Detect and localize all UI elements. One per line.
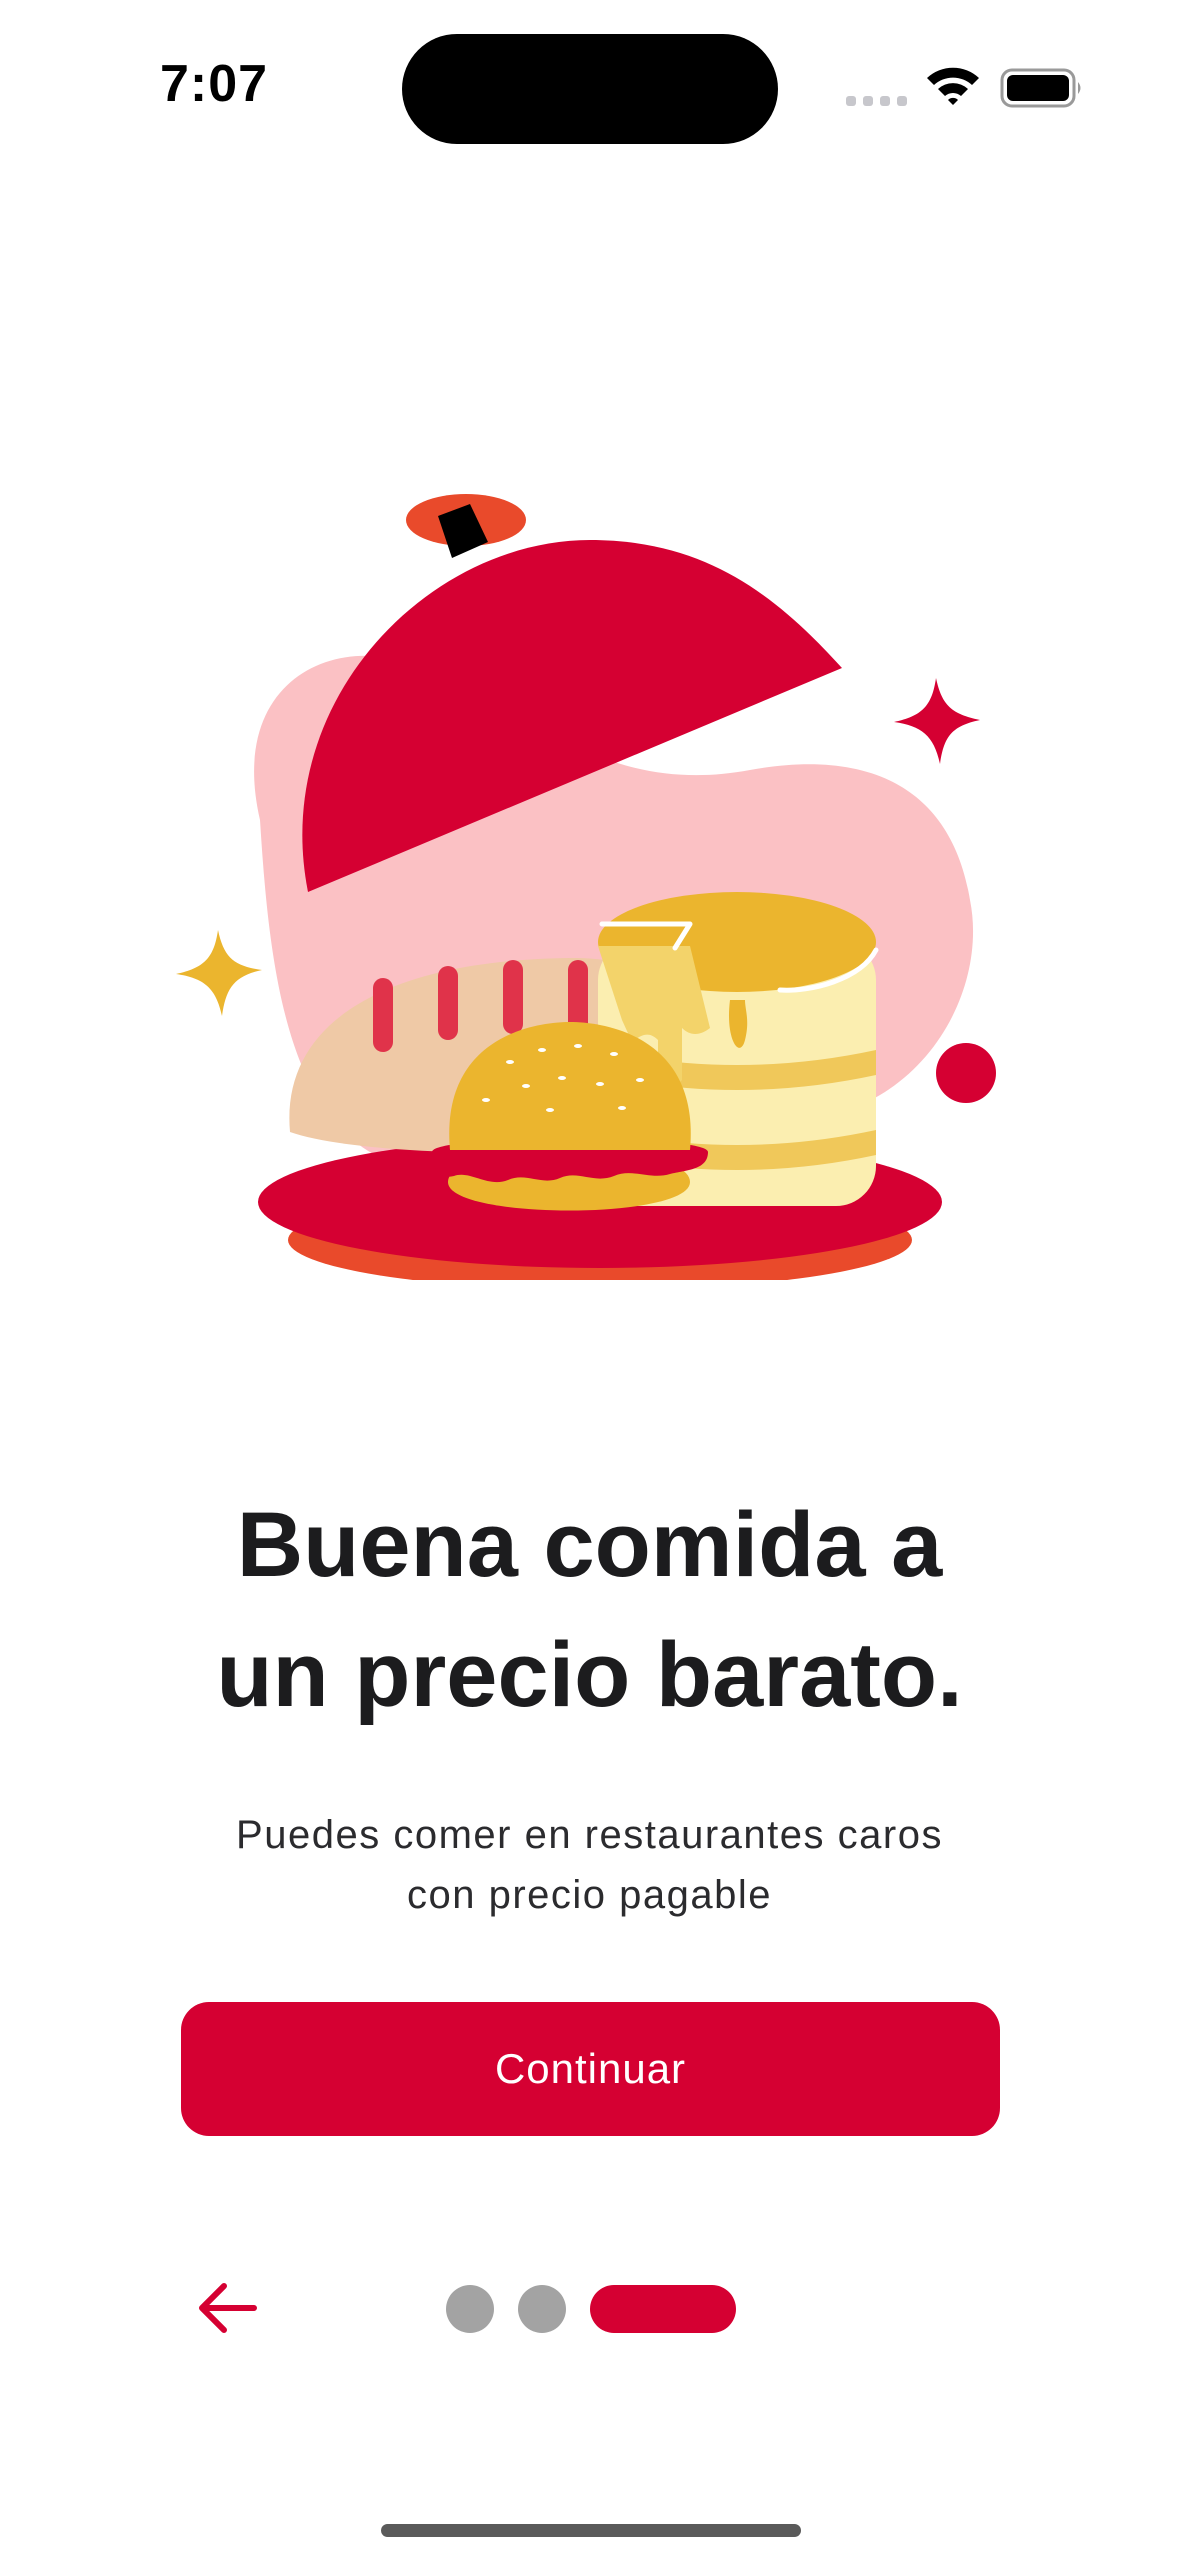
page-dot-3-active[interactable] <box>590 2285 736 2333</box>
onboarding-subtitle: Puedes comer en restaurantes caros con p… <box>0 1805 1179 1925</box>
red-dot <box>936 1043 996 1103</box>
onboarding-title: Buena comida a un precio barato. <box>0 1480 1179 1740</box>
onboarding-title-line-2: un precio barato. <box>216 1624 963 1726</box>
continue-button[interactable]: Continuar <box>181 2002 1000 2136</box>
onboarding-subtitle-line-1: Puedes comer en restaurantes caros <box>236 1813 943 1857</box>
food-cloche-illustration <box>176 494 996 1280</box>
cellular-signal-icon <box>846 96 907 106</box>
home-indicator[interactable] <box>381 2524 801 2537</box>
yellow-sparkle-icon <box>176 930 262 1016</box>
onboarding-subtitle-line-2: con precio pagable <box>406 1873 773 1917</box>
wifi-icon <box>927 67 979 105</box>
red-sparkle-icon <box>894 678 980 764</box>
dynamic-island <box>402 34 778 144</box>
page-dot-2[interactable] <box>518 2285 566 2333</box>
status-bar: 7:07 <box>0 0 1179 150</box>
battery-icon <box>1000 68 1081 108</box>
onboarding-title-line-1: Buena comida a <box>236 1494 943 1596</box>
status-time: 7:07 <box>160 55 269 113</box>
page-dot-1[interactable] <box>446 2285 494 2333</box>
arrow-left-icon[interactable] <box>192 2278 262 2338</box>
